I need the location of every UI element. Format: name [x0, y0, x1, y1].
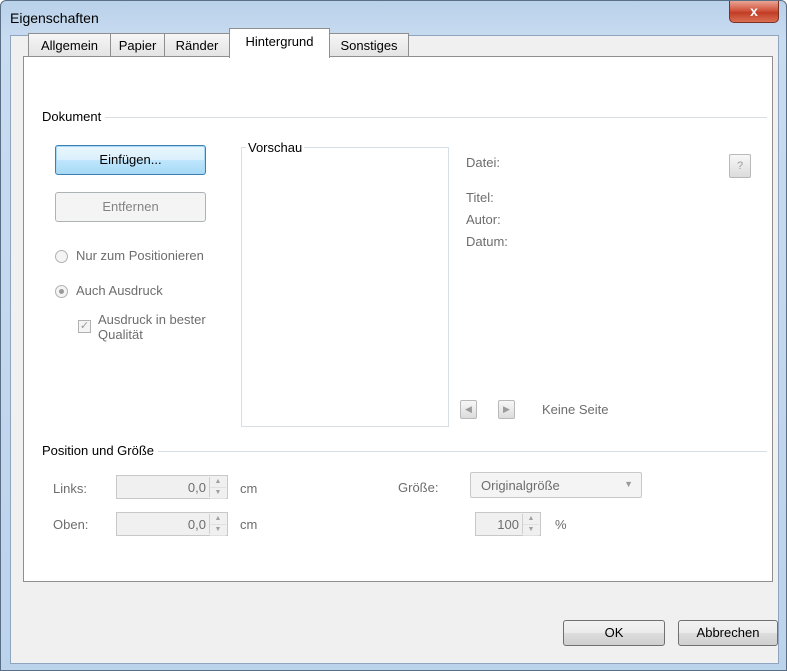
- top-input[interactable]: 0,0 ▲ ▼: [116, 512, 228, 536]
- remove-button[interactable]: Entfernen: [55, 192, 206, 222]
- preview-label: Vorschau: [246, 140, 305, 155]
- tab-label: Papier: [118, 38, 157, 53]
- percent-unit: %: [555, 517, 567, 532]
- spin-up-icon[interactable]: ▲: [210, 514, 226, 525]
- percent-value: 100: [497, 517, 519, 532]
- page-status-label: Keine Seite: [542, 402, 609, 417]
- also-print-label: Auch Ausdruck: [76, 283, 163, 298]
- size-label: Größe:: [398, 480, 439, 495]
- also-print-radio[interactable]: [55, 285, 68, 298]
- tab-label: Allgemein: [40, 38, 99, 53]
- best-quality-checkbox[interactable]: ✓: [78, 320, 91, 333]
- insert-button-label: Einfügen...: [99, 152, 162, 167]
- best-quality-label-line2: Qualität: [98, 327, 143, 342]
- spin-down-icon[interactable]: ▼: [523, 525, 539, 536]
- tab-allgemein[interactable]: Allgemein: [28, 33, 111, 57]
- cancel-button[interactable]: Abbrechen: [678, 620, 778, 646]
- size-select[interactable]: Originalgröße ▼: [470, 472, 642, 498]
- left-label: Links:: [53, 481, 87, 496]
- percent-spinner[interactable]: ▲ ▼: [522, 514, 539, 536]
- next-page-button[interactable]: ▶: [498, 400, 515, 419]
- title-bar[interactable]: Eigenschaften x: [1, 1, 786, 35]
- close-icon: x: [750, 3, 758, 19]
- percent-input[interactable]: 100 ▲ ▼: [475, 512, 541, 536]
- prev-page-button[interactable]: ◀: [460, 400, 477, 419]
- checkmark-icon: ✓: [79, 320, 90, 332]
- left-value: 0,0: [187, 480, 206, 495]
- dialog-title: Eigenschaften: [10, 10, 99, 26]
- cancel-button-label: Abbrechen: [696, 625, 760, 640]
- document-icon: ?: [736, 160, 744, 172]
- tab-raender[interactable]: Ränder: [164, 33, 230, 57]
- left-unit: cm: [240, 481, 258, 496]
- spin-up-icon[interactable]: ▲: [210, 477, 226, 488]
- top-spinner[interactable]: ▲ ▼: [209, 514, 226, 536]
- spin-down-icon[interactable]: ▼: [210, 488, 226, 499]
- dokument-group-label: Dokument: [42, 109, 106, 124]
- remove-button-label: Entfernen: [102, 199, 159, 214]
- preview-box: [241, 147, 449, 427]
- tab-label: Ränder: [175, 38, 219, 53]
- chevron-down-icon: ▼: [624, 479, 633, 489]
- ok-button-label: OK: [604, 625, 624, 640]
- top-value: 0,0: [187, 517, 206, 532]
- top-label: Oben:: [53, 517, 89, 532]
- arrow-left-icon: ◀: [465, 404, 472, 414]
- tab-label: Sonstiges: [340, 38, 398, 53]
- tab-hintergrund[interactable]: Hintergrund: [229, 28, 330, 58]
- top-unit: cm: [240, 517, 258, 532]
- file-info-label: Datei:: [466, 155, 500, 170]
- arrow-right-icon: ▶: [503, 404, 510, 414]
- title-info-label: Titel:: [466, 190, 494, 205]
- position-group-label: Position und Größe: [42, 443, 159, 458]
- spin-down-icon[interactable]: ▼: [210, 525, 226, 536]
- author-info-label: Autor:: [466, 212, 501, 227]
- tab-papier[interactable]: Papier: [110, 33, 165, 57]
- left-spinner[interactable]: ▲ ▼: [209, 477, 226, 499]
- size-select-value: Originalgröße: [481, 478, 560, 493]
- close-button[interactable]: x: [729, 1, 779, 23]
- tab-label: Hintergrund: [245, 34, 314, 49]
- left-input[interactable]: 0,0 ▲ ▼: [116, 475, 228, 499]
- document-info-button[interactable]: ?: [729, 154, 751, 178]
- spin-up-icon[interactable]: ▲: [523, 514, 539, 525]
- dokument-group-line: [42, 117, 767, 118]
- date-info-label: Datum:: [466, 234, 508, 249]
- tab-sonstiges[interactable]: Sonstiges: [329, 33, 409, 57]
- best-quality-label-line1: Ausdruck in bester: [98, 312, 206, 327]
- position-only-label: Nur zum Positionieren: [76, 248, 204, 263]
- position-only-radio[interactable]: [55, 250, 68, 263]
- insert-button[interactable]: Einfügen...: [55, 145, 206, 175]
- ok-button[interactable]: OK: [563, 620, 665, 646]
